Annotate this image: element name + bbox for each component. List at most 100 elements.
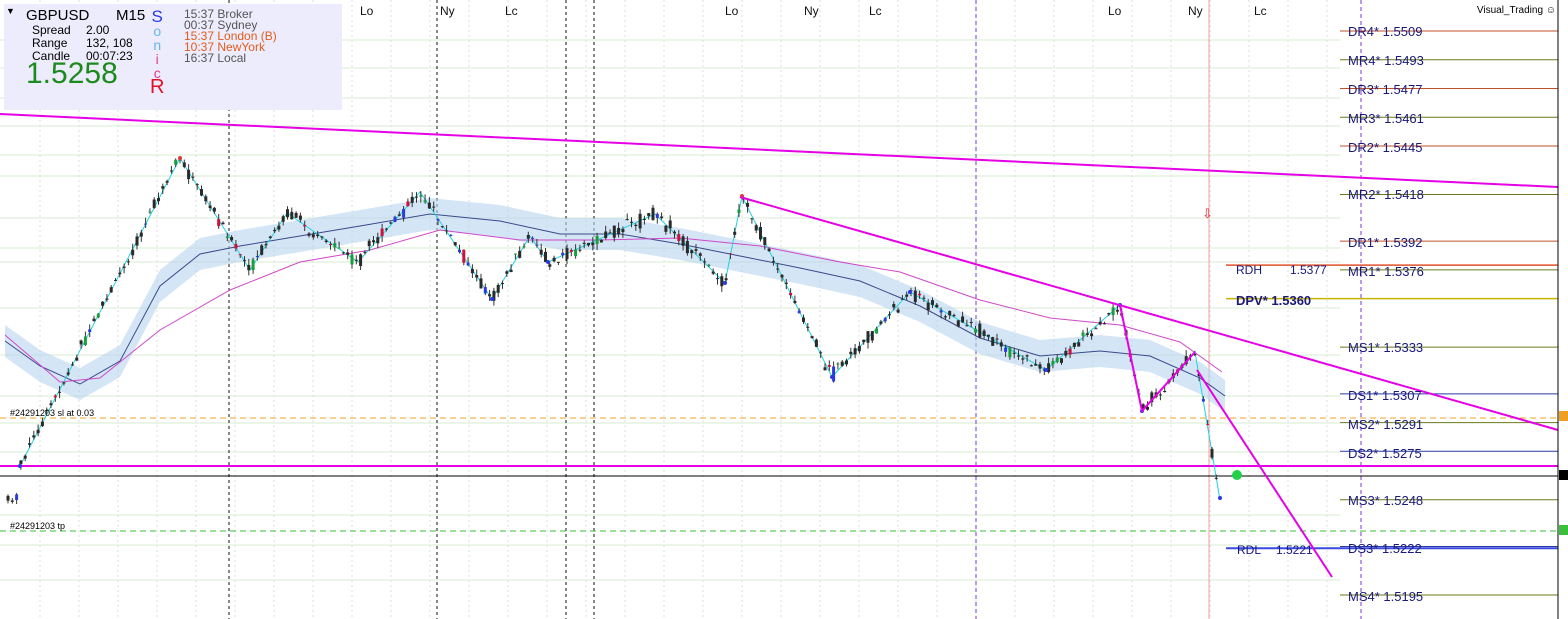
candle-body bbox=[36, 429, 40, 434]
candle-body bbox=[664, 225, 668, 232]
candle-body bbox=[238, 254, 242, 256]
candle-body bbox=[1090, 333, 1094, 337]
pivot-label-dr3: DR3* 1.5477 bbox=[1348, 82, 1423, 97]
visual-trading-label: Visual_Trading ☺ bbox=[1476, 5, 1556, 16]
candle-body bbox=[578, 249, 582, 251]
sonic-letter: S bbox=[151, 7, 163, 26]
pivot-label-mr1: MR1* 1.5376 bbox=[1348, 264, 1424, 279]
candle-body bbox=[389, 222, 393, 224]
candle-body bbox=[513, 253, 517, 255]
candle-body bbox=[1163, 390, 1167, 392]
candle-body bbox=[845, 360, 848, 365]
candle-body bbox=[754, 225, 758, 231]
candle-body bbox=[952, 315, 956, 317]
candle-body bbox=[1012, 352, 1016, 354]
candle-body bbox=[926, 302, 930, 311]
candle-body bbox=[402, 208, 406, 218]
candle-body bbox=[384, 228, 388, 230]
spread-value: 2.00 bbox=[86, 23, 110, 37]
candle-body bbox=[96, 313, 100, 318]
candle-body bbox=[230, 236, 234, 241]
candle-body bbox=[668, 220, 672, 229]
candle-body bbox=[1206, 424, 1210, 426]
candle-body bbox=[943, 316, 947, 318]
candle-body bbox=[453, 242, 457, 246]
candle-body bbox=[982, 330, 986, 336]
candle-body bbox=[415, 196, 418, 198]
candle-body bbox=[879, 321, 883, 324]
candle-body bbox=[681, 236, 685, 246]
candle-body bbox=[789, 292, 793, 296]
candle-body bbox=[126, 261, 130, 263]
candle-body bbox=[888, 314, 891, 316]
sonic-letter: i bbox=[155, 51, 159, 67]
candle-body bbox=[638, 213, 642, 229]
candle-body bbox=[169, 170, 173, 172]
pivot-label-mr3: MR3* 1.5461 bbox=[1348, 111, 1424, 126]
dropdown-icon[interactable]: ▼ bbox=[6, 6, 15, 16]
candle-body bbox=[974, 328, 977, 333]
candle-body bbox=[969, 322, 973, 324]
candle-body bbox=[539, 249, 543, 255]
candle-body bbox=[1115, 309, 1119, 312]
candle-body bbox=[118, 272, 122, 275]
candle-body bbox=[66, 372, 70, 375]
candle-body bbox=[1055, 357, 1059, 363]
candle-body bbox=[410, 196, 414, 203]
candle-body bbox=[1098, 321, 1102, 325]
candle-body bbox=[200, 189, 203, 196]
candle-body bbox=[900, 298, 904, 300]
candle-body bbox=[707, 265, 711, 267]
sonic-letter: R bbox=[150, 76, 165, 98]
candle-body bbox=[75, 357, 79, 361]
candle-body bbox=[509, 269, 513, 273]
candle-body bbox=[376, 237, 380, 244]
zigzag-line bbox=[19, 156, 1221, 501]
candle-body bbox=[294, 212, 298, 218]
stop-loss-label[interactable]: #24291203 sl at 0.03 bbox=[10, 408, 94, 418]
candle-body bbox=[771, 261, 775, 263]
candle-body bbox=[677, 234, 681, 241]
session-label-london-close: Lc bbox=[505, 4, 518, 18]
swing-point-dot bbox=[908, 290, 912, 294]
candle-body bbox=[28, 443, 31, 445]
candle-body bbox=[320, 236, 324, 238]
swing-point-dot bbox=[18, 464, 22, 468]
chart-window[interactable]: ▼ GBPUSD M15 S o n i c R Spread 2.00 Ran… bbox=[0, 0, 1568, 619]
candle-body bbox=[961, 316, 965, 323]
candle-body bbox=[350, 254, 354, 265]
pivot-label-dr1: DR1* 1.5392 bbox=[1348, 235, 1423, 250]
candle-body bbox=[1064, 350, 1068, 356]
candle-body bbox=[724, 278, 728, 281]
candle-body bbox=[690, 250, 694, 254]
candle-body bbox=[913, 290, 917, 303]
candle-body bbox=[823, 367, 827, 371]
candle-body bbox=[827, 365, 831, 367]
take-profit-label[interactable]: #24291203 tp bbox=[10, 521, 65, 531]
candle-body bbox=[1085, 333, 1089, 336]
trendline-descending bbox=[739, 196, 1559, 431]
candle-body bbox=[621, 229, 625, 233]
timeframe-label: M15 bbox=[116, 7, 146, 24]
candle-body bbox=[208, 205, 212, 209]
candle-body bbox=[599, 239, 603, 243]
candle-body bbox=[316, 234, 320, 237]
candle-body bbox=[853, 348, 857, 355]
candle-body bbox=[905, 294, 909, 297]
candle-body bbox=[806, 326, 810, 328]
pivot-label-mr4: MR4* 1.5493 bbox=[1348, 53, 1424, 68]
swing-point-dot bbox=[1044, 368, 1048, 372]
candle-body bbox=[40, 421, 44, 427]
candle-body bbox=[999, 342, 1003, 347]
candle-body bbox=[445, 230, 449, 232]
candle-body bbox=[531, 237, 535, 239]
candle-body bbox=[479, 278, 483, 289]
candle-body bbox=[931, 300, 934, 305]
candle-body bbox=[157, 197, 160, 202]
candle-body bbox=[1029, 365, 1033, 367]
rdl-label: RDL bbox=[1237, 543, 1262, 557]
candle-body bbox=[922, 297, 926, 299]
candle-body bbox=[569, 249, 573, 253]
candle-body bbox=[367, 240, 371, 247]
candle-body bbox=[986, 334, 990, 337]
